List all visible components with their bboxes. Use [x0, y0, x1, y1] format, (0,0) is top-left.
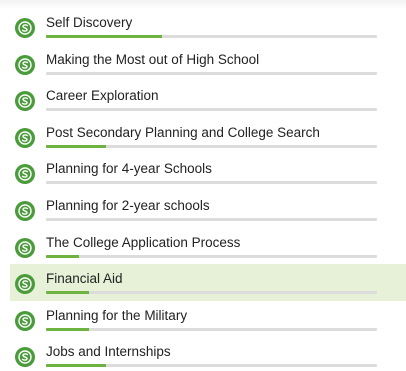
module-row[interactable]: Post Secondary Planning and College Sear… — [10, 118, 406, 155]
module-row[interactable]: Planning for 2-year schools — [10, 191, 406, 228]
module-badge-icon — [15, 200, 35, 221]
module-row[interactable]: Planning for 4-year Schools — [10, 154, 406, 191]
module-progress-bar — [46, 254, 377, 258]
module-progress-bar — [46, 144, 377, 148]
module-row[interactable]: Financial Aid — [10, 264, 406, 301]
module-title: Jobs and Internships — [46, 344, 171, 360]
module-title: Planning for 2-year schools — [46, 197, 210, 213]
module-progress-bar — [46, 108, 377, 112]
modules-panel: Self Discovery Making the Most out of Hi… — [0, 0, 406, 371]
module-row[interactable]: Planning for the Military — [10, 301, 406, 338]
module-row[interactable]: Career Exploration — [10, 81, 406, 118]
module-progress-fill — [46, 35, 162, 38]
module-progress-bar — [46, 327, 377, 331]
module-progress-fill — [46, 291, 90, 295]
module-title: Planning for 4-year Schools — [46, 161, 212, 177]
module-badge-icon — [15, 237, 35, 258]
module-badge-icon — [15, 274, 35, 295]
module-title: Financial Aid — [46, 271, 123, 287]
module-badge-icon — [15, 18, 35, 38]
module-progress-bar — [46, 217, 377, 221]
module-title: Self Discovery — [46, 15, 133, 30]
module-row[interactable]: The College Application Process — [10, 228, 406, 265]
module-row[interactable]: Jobs and Internships — [10, 337, 406, 371]
module-badge-icon — [15, 310, 35, 331]
module-progress-fill — [46, 144, 106, 148]
module-title: Post Secondary Planning and College Sear… — [46, 124, 320, 140]
module-progress-bar — [46, 71, 377, 75]
module-row[interactable]: Self Discovery — [10, 8, 406, 45]
module-title: The College Application Process — [46, 234, 241, 250]
module-progress-fill — [46, 327, 90, 331]
module-badge-icon — [15, 164, 35, 185]
module-progress-fill — [46, 254, 80, 258]
module-title: Making the Most out of High School — [46, 51, 260, 67]
module-progress-bar — [46, 35, 377, 38]
module-badge-icon — [15, 54, 35, 75]
module-badge-icon — [15, 127, 35, 148]
module-title: Planning for the Military — [46, 307, 188, 323]
module-progress-bar — [46, 364, 377, 368]
module-progress-bar — [46, 181, 377, 185]
module-list: Self Discovery Making the Most out of Hi… — [10, 8, 406, 371]
module-title: Career Exploration — [46, 88, 159, 104]
module-progress-fill — [46, 364, 106, 368]
module-badge-icon — [15, 347, 35, 368]
module-badge-icon — [15, 91, 35, 112]
module-progress-bar — [46, 291, 377, 295]
module-row[interactable]: Making the Most out of High School — [10, 45, 406, 82]
